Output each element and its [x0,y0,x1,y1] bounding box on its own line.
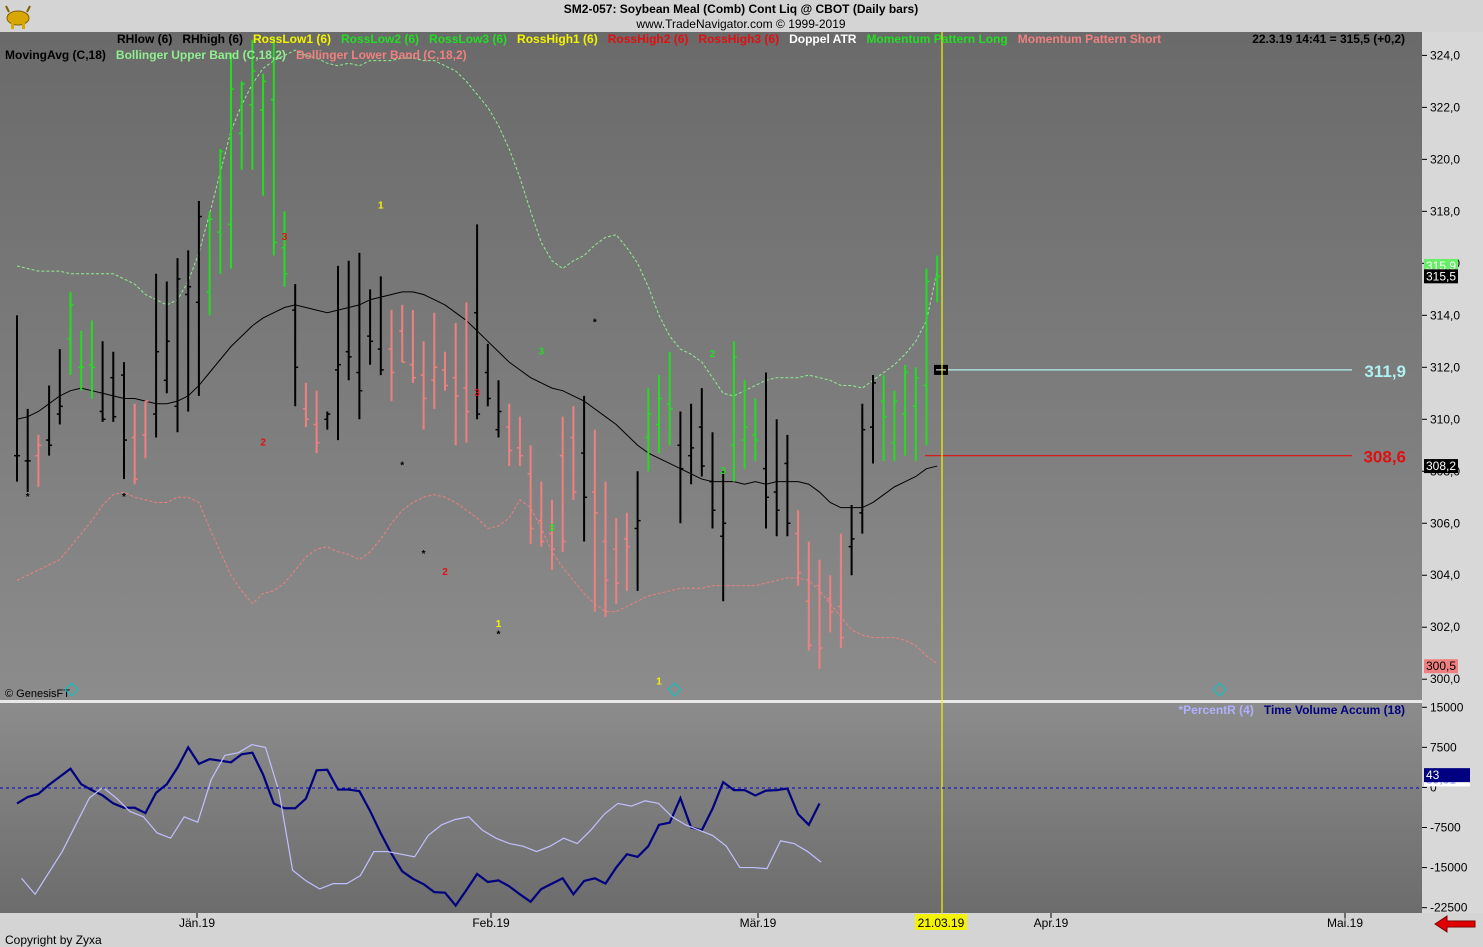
pattern-marker: * [422,549,426,560]
indicator-legend-item: *PercentR (4) [1178,703,1253,717]
pattern-marker: 3 [282,232,288,243]
legend-item: MovingAvg (C,18) [5,48,106,62]
indicator-tick-label: -22500 [1430,901,1468,915]
pattern-marker: * [122,492,126,503]
legend-item: Momentum Pattern Short [1018,32,1161,46]
pattern-marker: 3 [720,466,726,477]
chart-canvas[interactable]: * *321**231*33*123 311,9308,6 324,0322,03… [0,0,1483,947]
pattern-marker: * [497,630,501,641]
time-tick-label: Feb.19 [472,916,510,930]
legend-item: RossLow2 (6) [341,32,419,46]
indicator-badge-label: 43 [1426,768,1440,782]
legend-item: Bollinger Upper Band (C,18,2) [116,48,286,62]
price-panel-background [0,32,1422,700]
legend-item: RossLow3 (6) [429,32,507,46]
indicator-legend-item: Time Volume Accum (18) [1264,703,1405,717]
pattern-marker: * [593,318,597,329]
price-badge-label: 315,5 [1426,269,1456,283]
legend-item: RossHigh3 (6) [698,32,779,46]
legend-item: RossLow1 (6) [253,32,331,46]
legend-item: Bollinger Lower Band (C,18,2) [296,48,467,62]
price-tick-label: 322,0 [1430,100,1460,114]
date-marker-label: 21.03.19 [918,916,965,930]
legend-item: Momentum Pattern Long [866,32,1007,46]
time-tick-label: Mai.19 [1327,916,1363,930]
pattern-marker: 3 [474,388,480,399]
time-tick-label: Mär.19 [740,916,777,930]
indicator-tick-label: -15000 [1430,861,1468,875]
indicator-panel-background [0,703,1422,913]
pattern-marker: 2 [260,437,266,448]
pattern-marker: * [26,492,30,503]
price-badge-label: 308,2 [1426,459,1456,473]
indicator-tick-label: -7500 [1430,821,1461,835]
pattern-marker: 3 [549,523,555,534]
price-tick-label: 320,0 [1430,152,1460,166]
price-tick-label: 314,0 [1430,308,1460,322]
indicator-tick-label: 7500 [1430,740,1457,754]
genesis-credit: © GenesisFT [5,688,70,700]
price-tick-label: 312,0 [1430,360,1460,374]
copyright-text: Copyright by Zyxa [5,933,102,947]
price-tick-label: 304,0 [1430,568,1460,582]
time-tick-label: Apr.19 [1034,916,1069,930]
time-tick-label: Jän.19 [179,916,215,930]
price-tick-label: 318,0 [1430,204,1460,218]
price-tick-label: 310,0 [1430,412,1460,426]
legend-item: RossHigh2 (6) [608,32,689,46]
price-tick-label: 324,0 [1430,48,1460,62]
price-tick-label: 302,0 [1430,620,1460,634]
pattern-marker: 2 [710,349,716,360]
indicator-tick-label: 15000 [1430,700,1464,714]
price-badge-label: 300,5 [1426,659,1456,673]
pattern-marker: 2 [442,567,448,578]
legend-item: Doppel ATR [789,32,857,46]
bull-logo-icon[interactable] [5,5,31,29]
pattern-marker: 1 [378,201,384,212]
price-tick-label: 300,0 [1430,672,1460,686]
pattern-marker: 1 [496,619,502,630]
legend-quote: 22.3.19 14:41 = 315,5 (+0,2) [1252,32,1405,46]
pattern-marker: * [400,461,404,472]
lower-level-label: 308,6 [1363,448,1406,467]
upper-level-label: 311,9 [1364,362,1406,381]
legend-item: RHlow (6) [117,32,172,46]
price-tick-label: 306,0 [1430,516,1460,530]
legend-item: RHhigh (6) [182,32,243,46]
legend-item: RossHigh1 (6) [517,32,598,46]
chart-window: SM2-057: Soybean Meal (Comb) Cont Liq @ … [0,0,1483,947]
pattern-marker: 3 [539,346,545,357]
pattern-marker: 1 [656,676,662,687]
